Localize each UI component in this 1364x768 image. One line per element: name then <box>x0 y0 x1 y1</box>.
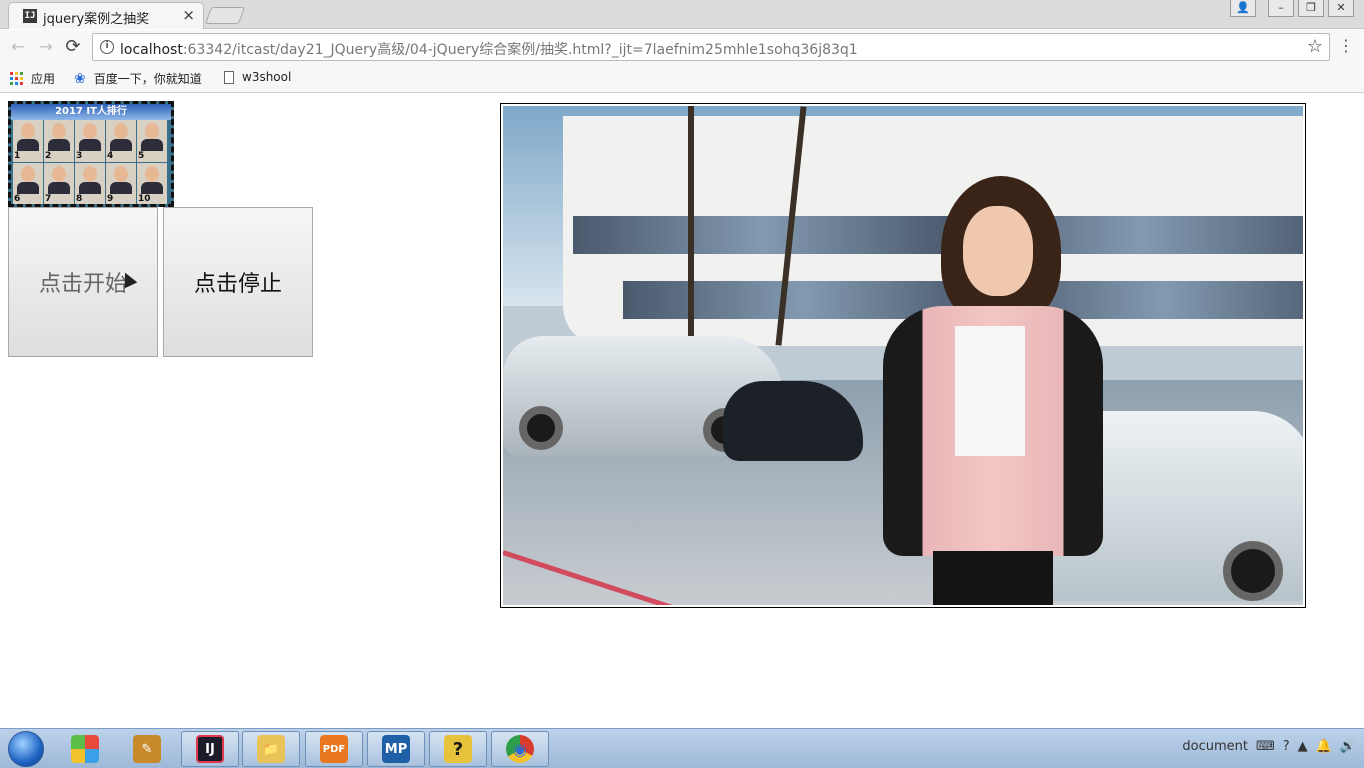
bookmark-star-icon[interactable]: ☆ <box>1307 36 1323 57</box>
rank-number: 9 <box>107 194 114 204</box>
browser-menu-icon[interactable]: ⋮ <box>1338 38 1354 54</box>
notification-bell-icon[interactable]: 🔔 <box>1316 739 1332 754</box>
colorful-logo-icon <box>71 735 99 763</box>
taskbar-app-help[interactable]: ? <box>429 731 487 767</box>
person-face: 8 <box>75 163 105 204</box>
bookmark-label: 百度一下，你就知道 <box>93 72 202 86</box>
page-icon <box>224 70 234 84</box>
person-face: 3 <box>75 120 105 162</box>
minimize-button[interactable]: – <box>1268 0 1294 17</box>
bookmark-label: w3shool <box>242 70 292 84</box>
bookmark-w3shool[interactable]: w3shool <box>224 70 291 84</box>
prize-photo <box>503 106 1303 605</box>
restore-button[interactable]: ❐ <box>1298 0 1324 17</box>
tab-strip: IJ jquery案例之抽奖 × 👤 – ❐ ✕ <box>0 0 1364 29</box>
photo-wheel <box>1223 541 1283 601</box>
rank-number: 10 <box>138 194 151 204</box>
taskbar-app-pencils[interactable]: ✎ <box>118 731 176 767</box>
taskbar-app-mp[interactable]: MP <box>367 731 425 767</box>
folder-icon: 📁 <box>257 735 285 763</box>
url-host: localhost <box>120 42 183 58</box>
help-tray-icon[interactable]: ? <box>1283 739 1290 754</box>
user-profile-icon[interactable]: 👤 <box>1230 0 1256 17</box>
bookmarks-bar: 应用 ❀ 百度一下，你就知道 w3shool <box>0 65 1364 93</box>
volume-icon[interactable]: 🔊 <box>1340 739 1356 754</box>
baidu-paw-icon: ❀ <box>74 70 86 87</box>
lottery-thumbnail-image: 2017 IT人排行 1 2 3 4 5 6 7 8 9 10 <box>8 101 174 207</box>
bookmark-apps[interactable]: 应用 <box>10 70 55 87</box>
photo-shorts <box>933 551 1053 605</box>
rank-number: 3 <box>76 151 83 161</box>
intellij-favicon-icon: IJ <box>23 9 37 23</box>
windows-start-button[interactable] <box>8 731 44 767</box>
close-window-button[interactable]: ✕ <box>1328 0 1354 17</box>
url-text[interactable]: localhost:63342/itcast/day21_JQuery高级/04… <box>120 39 858 59</box>
person-face: 4 <box>106 120 136 162</box>
stop-button[interactable]: 点击停止 <box>163 207 313 357</box>
tab-close-icon[interactable]: × <box>182 6 195 24</box>
rank-number: 1 <box>14 151 21 161</box>
rank-number: 8 <box>76 194 83 204</box>
mp-icon: MP <box>382 735 410 763</box>
back-arrow-icon[interactable]: ← <box>8 37 28 57</box>
pdf-icon: PDF <box>320 735 348 763</box>
browser-toolbar: ← → ⟳ i localhost:63342/itcast/day21_JQu… <box>0 30 1364 65</box>
apps-icon <box>10 72 23 85</box>
new-tab-button[interactable] <box>204 7 246 24</box>
person-face: 5 <box>137 120 167 162</box>
keyboard-icon[interactable]: ⌨ <box>1256 739 1275 754</box>
system-tray: document ⌨ ? ▲ 🔔 🔊 <box>1182 739 1356 754</box>
chrome-icon: ◉ <box>506 735 534 763</box>
page-content: 2017 IT人排行 1 2 3 4 5 6 7 8 9 10 点击开始 点击停… <box>0 94 1364 727</box>
rank-number: 2 <box>45 151 52 161</box>
url-path: :63342/itcast/day21_JQuery高级/04-jQuery综合… <box>182 42 858 58</box>
face-grid: 1 2 3 4 5 6 7 8 9 10 <box>13 120 167 204</box>
taskbar-app-pdf[interactable]: PDF <box>305 731 363 767</box>
person-face: 10 <box>137 163 167 204</box>
thumbnail-banner: 2017 IT人排行 <box>11 104 171 120</box>
taskbar-app-colorful[interactable] <box>56 731 114 767</box>
photo-face <box>963 206 1033 296</box>
taskbar-app-chrome[interactable]: ◉ <box>491 731 549 767</box>
bookmark-baidu[interactable]: ❀ 百度一下，你就知道 <box>74 70 202 87</box>
windows-taskbar: ✎ IJ 📁 PDF MP ? ◉ document ⌨ ? ▲ 🔔 🔊 <box>0 728 1364 768</box>
person-face: 2 <box>44 120 74 162</box>
window-controls: 👤 – ❐ ✕ <box>1230 0 1354 18</box>
photo-person <box>863 176 1103 605</box>
rank-number: 4 <box>107 151 114 161</box>
person-face: 6 <box>13 163 43 204</box>
reload-icon[interactable]: ⟳ <box>63 37 83 57</box>
rank-number: 5 <box>138 151 145 161</box>
photo-palm-trunk <box>688 106 694 346</box>
info-icon[interactable]: i <box>100 40 114 54</box>
person-face: 1 <box>13 120 43 162</box>
help-icon: ? <box>444 735 472 763</box>
photo-wheel <box>519 406 563 450</box>
pencils-icon: ✎ <box>133 735 161 763</box>
browser-tab[interactable]: IJ jquery案例之抽奖 × <box>8 2 204 29</box>
bookmark-label: 应用 <box>31 72 56 86</box>
person-face: 9 <box>106 163 136 204</box>
forward-arrow-icon[interactable]: → <box>36 37 56 57</box>
taskbar-app-intellij[interactable]: IJ <box>181 731 239 767</box>
prize-photo-frame <box>500 103 1306 608</box>
tray-document-label: document <box>1182 739 1248 754</box>
address-bar[interactable]: i localhost:63342/itcast/day21_JQuery高级/… <box>92 33 1330 61</box>
tab-title: jquery案例之抽奖 <box>43 12 150 27</box>
rank-number: 6 <box>14 194 21 204</box>
rank-number: 7 <box>45 194 52 204</box>
intellij-icon: IJ <box>196 735 224 763</box>
taskbar-app-explorer[interactable]: 📁 <box>242 731 300 767</box>
person-face: 7 <box>44 163 74 204</box>
show-hidden-icons-icon[interactable]: ▲ <box>1298 739 1308 754</box>
photo-white-shirt <box>955 326 1025 456</box>
